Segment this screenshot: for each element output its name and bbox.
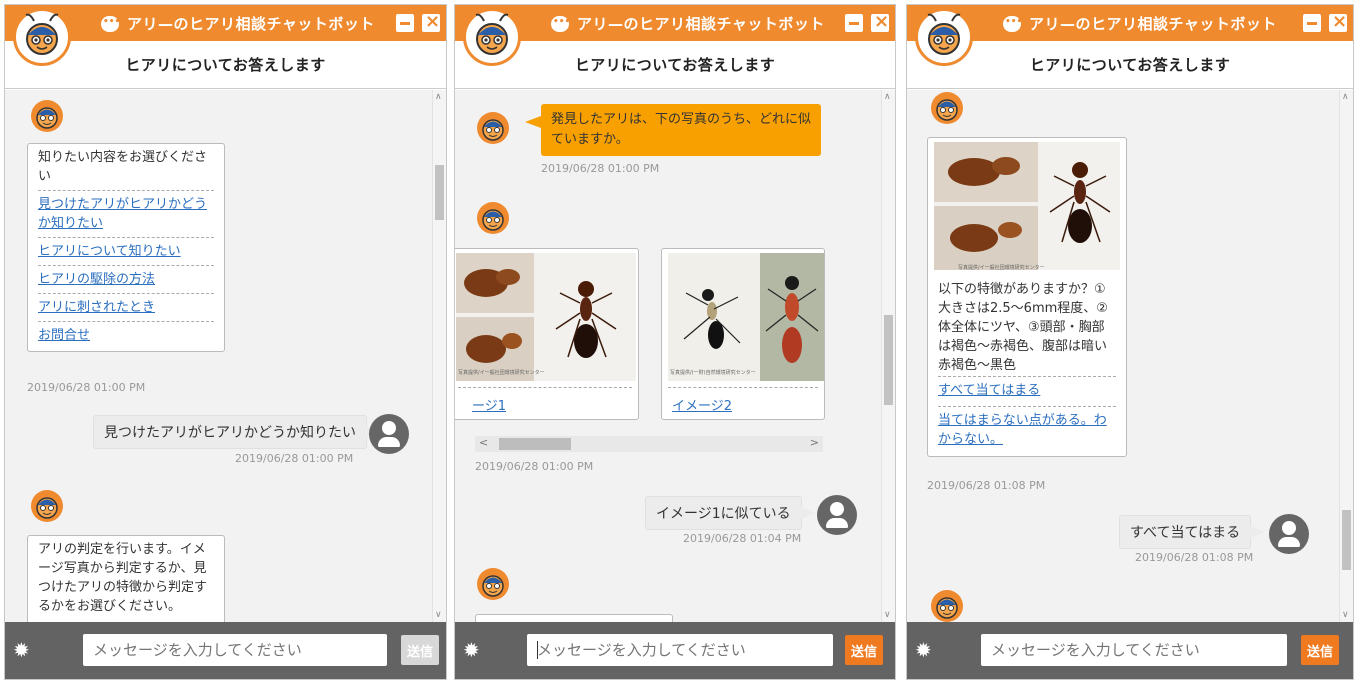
chat-log[interactable]: 知りたい内容をお選びください 見つけたアリがヒアリかどうか知りたい ヒアリについ…: [5, 90, 432, 622]
menu-option-about[interactable]: ヒアリについて知りたい: [38, 237, 214, 265]
chat-scrollbar[interactable]: ∧ ∨: [1339, 90, 1353, 622]
chat-log[interactable]: 発見したアリは、下の写真のうち、どれに似ていますか。 2019/06/28 01…: [455, 90, 881, 622]
ant-mascot-logo-icon: [915, 8, 973, 66]
menu-card: 知りたい内容をお選びください 見つけたアリがヒアリかどうか知りたい ヒアリについ…: [27, 143, 225, 352]
features-card: 写真提供/イー般社団環境研究センター 以下の特徴がありますか？①大きさは2.5〜…: [927, 137, 1127, 457]
input-bar: ✹ 送信: [455, 622, 895, 679]
timestamp: 2019/06/28 01:08 PM: [1135, 551, 1254, 564]
window-title: アリ—のヒアリ相談チャットボット: [1003, 13, 1277, 34]
ant-mascot-logo-icon: [463, 8, 521, 66]
judge-card: アリの判定を行います。イメージ写真から判定するか、見つけたアリの特徴から判定する…: [27, 535, 225, 622]
timestamp: 2019/06/28 01:00 PM: [27, 381, 146, 394]
send-button[interactable]: 送信: [1301, 635, 1339, 665]
title-bar: アリ—のヒアリ相談チャットボット: [5, 5, 446, 41]
image-card-2: 写真提供/(一財)自然環境研究センター イメージ2: [661, 248, 825, 420]
message-input[interactable]: [981, 634, 1287, 666]
close-button[interactable]: [422, 11, 440, 32]
gear-icon[interactable]: ✹: [463, 638, 480, 662]
chat-log[interactable]: 写真提供/イー般社団環境研究センター 以下の特徴がありますか？①大きさは2.5〜…: [907, 90, 1339, 622]
photo-credit: 写真提供/(一財)自然環境研究センター: [670, 370, 756, 376]
chat-bubble-icon: [101, 15, 120, 32]
scrollbar-thumb[interactable]: [1342, 510, 1351, 570]
bot-avatar-icon: [931, 92, 963, 124]
image-option-1-link[interactable]: ージ1: [472, 395, 506, 414]
gear-icon[interactable]: ✹: [915, 638, 932, 662]
gear-icon[interactable]: ✹: [13, 638, 30, 662]
close-button[interactable]: [871, 11, 889, 32]
user-avatar-icon: [369, 414, 409, 454]
bot-avatar-icon: [477, 202, 509, 234]
window-title-text: アリ—のヒアリ相談チャットボット: [127, 15, 375, 33]
chat-bubble-icon: [551, 15, 570, 32]
user-message: イメージ1に似ている: [645, 496, 815, 530]
message-input[interactable]: [527, 634, 833, 666]
title-bar: アリ—のヒアリ相談チャットボット: [455, 5, 895, 41]
send-button[interactable]: 送信: [401, 635, 439, 665]
image-card-1: 写真提供/イー般社団環境研究センター ージ1: [455, 248, 639, 420]
user-message: 見つけたアリがヒアリかどうか知りたい: [93, 415, 380, 449]
title-bar: アリ—のヒアリ相談チャットボット: [907, 5, 1353, 41]
carousel-scrollbar[interactable]: < >: [475, 436, 823, 452]
page-subtitle: ヒアリについてお答えします: [455, 41, 895, 89]
chat-scrollbar[interactable]: ∧ ∨: [432, 90, 446, 622]
scrollbar-thumb[interactable]: [884, 315, 893, 405]
menu-option-stung[interactable]: アリに刺されたとき: [38, 293, 214, 321]
window-title: アリ—のヒアリ相談チャットボット: [101, 13, 375, 34]
window-title-text: アリ—のヒアリ相談チャットボット: [1029, 15, 1277, 33]
bot-avatar-icon: [477, 112, 509, 144]
option-not-match[interactable]: 当てはまらない点がある。わからない。: [938, 406, 1116, 453]
ant-photo-3: [934, 142, 1120, 270]
send-button[interactable]: 送信: [845, 635, 883, 665]
ant-photo-1: [456, 253, 636, 381]
timestamp: 2019/06/28 01:04 PM: [683, 532, 802, 545]
minimize-button[interactable]: [396, 14, 414, 32]
option-all-match[interactable]: すべて当てはまる: [938, 376, 1116, 404]
timestamp: 2019/06/28 01:00 PM: [541, 162, 660, 175]
bot-avatar-icon: [477, 568, 509, 600]
page-subtitle: ヒアリについてお答えします: [907, 41, 1353, 89]
features-text: 以下の特徴がありますか？①大きさは2.5〜6mm程度、②体全体にツヤ、③頭部・胸…: [938, 282, 1108, 373]
page-subtitle: ヒアリについてお答えします: [5, 41, 446, 89]
bot-avatar-icon: [31, 490, 63, 522]
menu-option-contact[interactable]: お問合せ: [38, 321, 214, 351]
menu-prompt: 知りたい内容をお選びください: [38, 150, 208, 184]
image-card-partial: [475, 614, 673, 622]
text-cursor: [537, 641, 538, 659]
ant-photo-2: [668, 253, 824, 381]
chat-window-1: アリ—のヒアリ相談チャットボット ヒアリについてお答えします 知りたい内容をお選…: [4, 4, 447, 680]
close-button[interactable]: [1329, 11, 1347, 32]
menu-option-identify[interactable]: 見つけたアリがヒアリかどうか知りたい: [38, 190, 214, 237]
carousel-scrollbar-thumb[interactable]: [499, 438, 571, 450]
window-title-text: アリ—のヒアリ相談チャットボット: [577, 15, 825, 33]
bot-avatar-icon: [931, 590, 963, 622]
chat-bubble-icon: [1003, 15, 1022, 32]
message-input[interactable]: [83, 634, 387, 666]
bot-question-bubble: 発見したアリは、下の写真のうち、どれに似ていますか。: [525, 104, 821, 156]
timestamp: 2019/06/28 01:00 PM: [235, 452, 354, 465]
chat-window-2: アリ—のヒアリ相談チャットボット ヒアリについてお答えします 発見したアリは、下…: [454, 4, 896, 680]
timestamp: 2019/06/28 01:00 PM: [475, 460, 594, 473]
menu-option-extermination[interactable]: ヒアリの駆除の方法: [38, 265, 214, 293]
bot-avatar-icon: [31, 100, 63, 132]
image-option-2-link[interactable]: イメージ2: [672, 395, 732, 414]
scrollbar-thumb[interactable]: [435, 165, 444, 220]
timestamp: 2019/06/28 01:08 PM: [927, 479, 1046, 492]
minimize-button[interactable]: [845, 14, 863, 32]
photo-credit: 写真提供/イー般社団環境研究センター: [458, 370, 545, 376]
chat-scrollbar[interactable]: ∧ ∨: [881, 90, 895, 622]
user-avatar-icon: [1269, 514, 1309, 554]
judge-text: アリの判定を行います。イメージ写真から判定するか、見つけたアリの特徴から判定する…: [38, 542, 208, 614]
ant-mascot-logo-icon: [13, 8, 71, 66]
user-message: すべて当てはまる: [1119, 515, 1265, 549]
minimize-button[interactable]: [1303, 14, 1321, 32]
user-avatar-icon: [817, 495, 857, 535]
input-bar: ✹ 送信: [907, 622, 1353, 679]
window-title: アリ—のヒアリ相談チャットボット: [551, 13, 825, 34]
chat-window-3: アリ—のヒアリ相談チャットボット ヒアリについてお答えします: [906, 4, 1354, 680]
input-bar: ✹ 送信: [5, 622, 446, 679]
